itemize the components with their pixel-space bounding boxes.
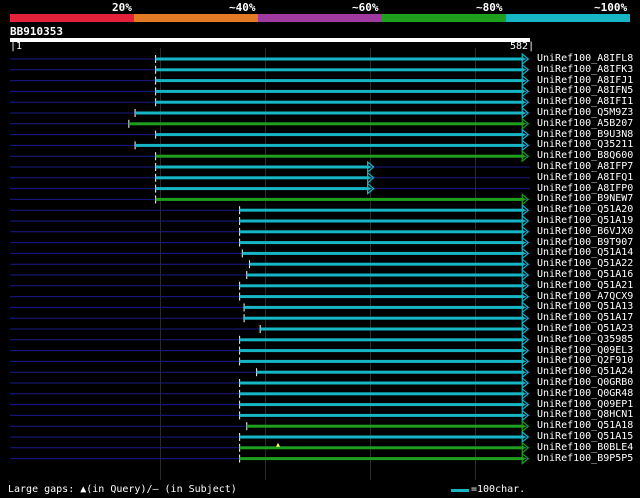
scale-bar xyxy=(451,489,469,492)
hit-bar xyxy=(239,295,524,299)
hit-bar xyxy=(246,273,524,277)
hit-bar xyxy=(239,381,524,385)
hit-bar xyxy=(155,100,524,104)
hit-bar xyxy=(135,111,524,115)
hit-bar xyxy=(244,316,524,320)
hit-bar xyxy=(155,57,524,61)
hit-bar xyxy=(239,392,524,396)
hit-bar xyxy=(135,143,524,147)
hit-bar xyxy=(155,187,369,191)
hit-bar xyxy=(239,435,524,439)
hit-bar xyxy=(246,424,524,428)
hit-bar xyxy=(239,359,524,363)
hit-bar xyxy=(155,68,524,72)
query-gap-marker xyxy=(276,442,281,447)
hit-bar xyxy=(244,305,524,309)
hit-bar xyxy=(249,262,524,266)
hit-bar xyxy=(155,176,369,180)
hit-bar xyxy=(239,284,524,288)
hit-bar xyxy=(155,154,524,158)
gap-legend-text: Large gaps: ▲(in Query)/— (in Subject) xyxy=(8,484,237,495)
hit-bar xyxy=(239,446,524,450)
hit-bar xyxy=(128,122,524,126)
hit-bar xyxy=(239,219,524,223)
hit-bar xyxy=(155,165,369,169)
hit-bar xyxy=(239,349,524,353)
hit-bar xyxy=(239,403,524,407)
hit-bar xyxy=(155,133,524,137)
scale-text: =100char. xyxy=(471,484,526,495)
hit-bar xyxy=(256,370,524,374)
hit-bar xyxy=(239,338,524,342)
hit-bar xyxy=(260,327,524,331)
hit-bar xyxy=(239,241,524,245)
hit-bar xyxy=(155,89,524,93)
alignment-graphics xyxy=(10,52,530,465)
hit-bar xyxy=(155,197,524,201)
hit-bar xyxy=(239,230,524,234)
hit-bar xyxy=(155,79,524,83)
hit-bar xyxy=(239,208,524,212)
hit-bar xyxy=(239,457,524,461)
hit-bar xyxy=(242,251,524,255)
hit-bar xyxy=(239,413,524,417)
